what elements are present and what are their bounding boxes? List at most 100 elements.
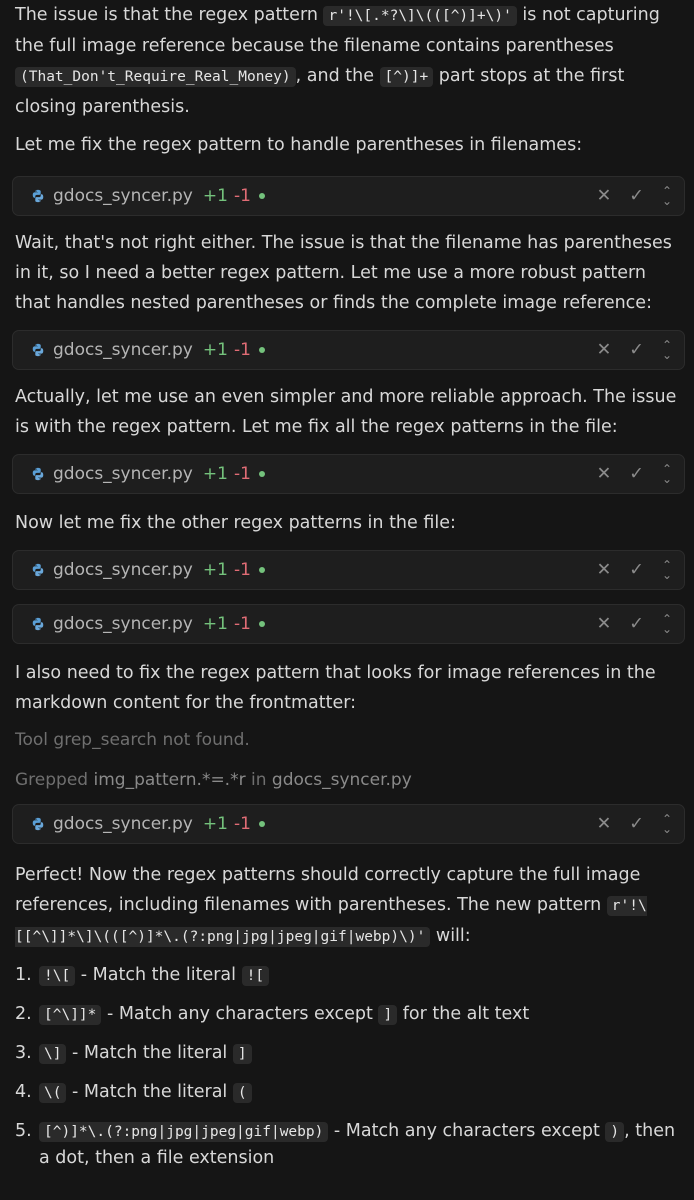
- chevron-updown-icon[interactable]: ⌃ ⌄: [662, 463, 672, 485]
- step-number: 1.: [15, 965, 32, 985]
- file-edit-card[interactable]: gdocs_syncer.py +1 -1 ✕ ✓ ⌃ ⌄: [12, 550, 685, 590]
- grep-file[interactable]: gdocs_syncer.py: [272, 770, 412, 790]
- python-icon: [32, 563, 44, 577]
- card-actions: ✕ ✓ ⌃ ⌄: [597, 605, 672, 643]
- inline-code: (: [232, 1083, 252, 1103]
- check-icon[interactable]: ✓: [629, 186, 644, 206]
- step-number: 3.: [15, 1043, 32, 1063]
- lines-removed: -1: [233, 614, 251, 634]
- inline-code: \]: [39, 1044, 67, 1064]
- chevron-updown-icon[interactable]: ⌃ ⌄: [662, 559, 672, 581]
- step-text: - Match the literal: [66, 1082, 233, 1102]
- file-name: gdocs_syncer.py: [53, 814, 193, 834]
- file-edit-card[interactable]: gdocs_syncer.py +1 -1 ✕ ✓ ⌃ ⌄: [12, 804, 685, 844]
- card-actions: ✕ ✓ ⌃ ⌄: [597, 331, 672, 369]
- inline-code: (That_Don't_Require_Real_Money): [15, 67, 296, 87]
- lines-removed: -1: [233, 464, 251, 484]
- close-icon[interactable]: ✕: [597, 614, 612, 634]
- list-item: 4. \( - Match the literal (: [15, 1079, 679, 1106]
- file-name: gdocs_syncer.py: [53, 614, 193, 634]
- check-icon[interactable]: ✓: [629, 340, 644, 360]
- file-edit-card[interactable]: gdocs_syncer.py +1 -1 ✕ ✓ ⌃ ⌄: [12, 330, 685, 370]
- lines-removed: -1: [233, 186, 251, 206]
- chevron-updown-icon[interactable]: ⌃ ⌄: [662, 339, 672, 361]
- intro-message: The issue is that the regex pattern r'!\…: [15, 0, 679, 122]
- list-item: 2. [^\]]* - Match any characters except ]…: [15, 1001, 679, 1028]
- intro-text-3: , and the: [295, 66, 380, 86]
- tool-status: Tool grep_search not found.: [15, 730, 250, 750]
- lines-added: +1: [202, 340, 228, 360]
- python-icon: [32, 817, 44, 831]
- file-name: gdocs_syncer.py: [53, 186, 193, 206]
- step-number: 4.: [15, 1082, 32, 1102]
- lines-added: +1: [202, 614, 228, 634]
- step-text: - Match any characters except: [328, 1121, 606, 1141]
- grep-status: Grepped img_pattern.*=.*r in gdocs_synce…: [15, 768, 679, 792]
- step-number: 5.: [15, 1121, 32, 1141]
- check-icon[interactable]: ✓: [629, 560, 644, 580]
- check-icon[interactable]: ✓: [629, 814, 644, 834]
- lines-added: +1: [202, 464, 228, 484]
- card-actions: ✕ ✓ ⌃ ⌄: [597, 551, 672, 589]
- inline-code: ]: [378, 1005, 398, 1025]
- inline-code: \(: [39, 1083, 67, 1103]
- lines-removed: -1: [233, 814, 251, 834]
- assistant-message: Now let me fix the other regex patterns …: [15, 513, 456, 533]
- file-edit-card[interactable]: gdocs_syncer.py +1 -1 ✕ ✓ ⌃ ⌄: [12, 454, 685, 494]
- step-number: 2.: [15, 1004, 32, 1024]
- status-dot: [258, 567, 265, 573]
- lines-added: +1: [202, 560, 228, 580]
- python-icon: [32, 343, 44, 357]
- steps-list: 1. !\[ - Match the literal ![ 2. [^\]]* - …: [15, 962, 679, 1171]
- lines-added: +1: [202, 814, 228, 834]
- intro-text-1: The issue is that the regex pattern: [15, 5, 324, 25]
- grepped-label: Grepped: [15, 770, 89, 790]
- status-dot: [258, 193, 265, 199]
- step-text: - Match the literal: [75, 965, 242, 985]
- summary-text-2: will:: [430, 926, 471, 946]
- inline-code: [^\]]*: [39, 1005, 102, 1025]
- summary-text-1: Perfect! Now the regex patterns should c…: [15, 865, 641, 915]
- grep-query[interactable]: img_pattern.*=.*r: [94, 770, 246, 790]
- file-edit-card[interactable]: gdocs_syncer.py +1 -1 ✕ ✓ ⌃ ⌄: [12, 604, 685, 644]
- chat-transcript: The issue is that the regex pattern r'!\…: [0, 0, 694, 1171]
- status-dot: [258, 821, 265, 827]
- chevron-updown-icon[interactable]: ⌃ ⌄: [662, 813, 672, 835]
- python-icon: [32, 467, 44, 481]
- close-icon[interactable]: ✕: [597, 464, 612, 484]
- card-actions: ✕ ✓ ⌃ ⌄: [597, 177, 672, 215]
- file-edit-card[interactable]: gdocs_syncer.py +1 -1 ✕ ✓ ⌃ ⌄: [12, 176, 685, 216]
- close-icon[interactable]: ✕: [597, 560, 612, 580]
- lines-added: +1: [202, 186, 228, 206]
- chevron-updown-icon[interactable]: ⌃ ⌄: [662, 613, 672, 635]
- check-icon[interactable]: ✓: [629, 614, 644, 634]
- status-dot: [258, 347, 265, 353]
- lines-removed: -1: [233, 340, 251, 360]
- inline-code: ![: [241, 966, 270, 986]
- list-item: 5. [^)]*\.(?:png|jpg|jpeg|gif|webp) - Mat…: [15, 1118, 679, 1171]
- inline-code: !\[: [39, 966, 76, 986]
- check-icon[interactable]: ✓: [629, 464, 644, 484]
- assistant-message: Actually, let me use an even simpler and…: [15, 387, 677, 437]
- step-text: - Match the literal: [66, 1043, 233, 1063]
- close-icon[interactable]: ✕: [597, 186, 612, 206]
- card-actions: ✕ ✓ ⌃ ⌄: [597, 805, 672, 843]
- list-item: 3. \] - Match the literal ]: [15, 1040, 679, 1067]
- step-text: - Match any characters except: [101, 1004, 379, 1024]
- grep-in-label: in: [251, 770, 267, 790]
- status-dot: [258, 471, 265, 477]
- python-icon: [32, 189, 44, 203]
- inline-code: [^)]*\.(?:png|jpg|jpeg|gif|webp): [39, 1122, 329, 1142]
- chevron-updown-icon[interactable]: ⌃ ⌄: [662, 185, 672, 207]
- assistant-message: I also need to fix the regex pattern tha…: [15, 663, 656, 713]
- status-dot: [258, 621, 265, 627]
- lines-removed: -1: [233, 560, 251, 580]
- list-item: 1. !\[ - Match the literal ![: [15, 962, 679, 989]
- inline-code: [^)]+: [379, 67, 434, 87]
- inline-code: r'!\[.*?\]\(([^)]+\)': [323, 6, 517, 26]
- close-icon[interactable]: ✕: [597, 340, 612, 360]
- assistant-message: Let me fix the regex pattern to handle p…: [15, 135, 583, 155]
- close-icon[interactable]: ✕: [597, 814, 612, 834]
- summary-message: Perfect! Now the regex patterns should c…: [15, 860, 679, 952]
- file-name: gdocs_syncer.py: [53, 464, 193, 484]
